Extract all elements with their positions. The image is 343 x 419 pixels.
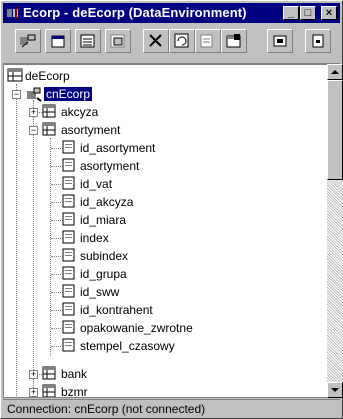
view-code-icon xyxy=(273,35,287,47)
up-arrow-icon xyxy=(331,70,339,74)
scroll-up-button[interactable] xyxy=(327,64,343,80)
properties-icon xyxy=(226,34,241,48)
tree-line xyxy=(51,202,61,204)
add-child-command-icon xyxy=(110,34,125,48)
view-code-button[interactable] xyxy=(267,29,293,53)
refresh-button[interactable] xyxy=(169,29,195,53)
status-text: Connection: cnEcorp (not connected) xyxy=(7,402,206,416)
field-label: id_kontrahent xyxy=(80,303,153,317)
window-title: Ecorp - deEcorp (DataEnvironment) xyxy=(23,5,247,20)
collapse-toggle[interactable]: − xyxy=(12,90,21,99)
field-icon xyxy=(62,230,75,244)
tree-line xyxy=(16,84,18,397)
tree-line xyxy=(51,184,61,186)
field-label: asortyment xyxy=(80,159,140,173)
field-label: id_grupa xyxy=(80,267,127,281)
tree-line xyxy=(51,328,61,330)
table-icon xyxy=(42,366,56,380)
table-label: asortyment xyxy=(61,123,121,137)
tree-line xyxy=(50,138,52,356)
add-connection-button[interactable] xyxy=(15,29,41,53)
toolbar xyxy=(3,23,340,64)
insert-stored-procedures-button[interactable] xyxy=(75,29,101,53)
maximize-button[interactable]: □ xyxy=(300,6,316,20)
close-button[interactable]: × xyxy=(321,6,337,20)
collapse-toggle[interactable]: − xyxy=(29,126,38,135)
tree-line xyxy=(51,256,61,258)
vertical-scrollbar[interactable] xyxy=(327,64,343,398)
tree-line xyxy=(33,100,35,397)
title-bar[interactable]: Ecorp - deEcorp (DataEnvironment) _ □ × xyxy=(3,3,340,23)
down-arrow-icon xyxy=(331,388,339,392)
tree-line xyxy=(51,274,61,276)
field-icon xyxy=(62,212,75,226)
scroll-thumb[interactable] xyxy=(327,80,343,180)
tree-line xyxy=(51,346,61,348)
field-label: opakowanie_zwrotne xyxy=(80,321,193,335)
tree-line xyxy=(51,310,61,312)
field-label: id_akcyza xyxy=(80,195,134,209)
design-button[interactable] xyxy=(195,29,221,53)
field-label: id_vat xyxy=(80,177,113,191)
tree-line xyxy=(51,238,61,240)
field-label: id_asortyment xyxy=(80,141,156,155)
status-bar: Connection: cnEcorp (not connected) xyxy=(3,399,340,418)
table-icon xyxy=(42,122,56,136)
field-icon xyxy=(62,194,75,208)
refresh-icon xyxy=(174,33,189,48)
field-icon xyxy=(62,320,75,334)
add-command-icon xyxy=(51,35,65,48)
connection-icon xyxy=(27,87,42,102)
delete-button[interactable] xyxy=(143,29,169,53)
add-connection-icon xyxy=(20,34,36,48)
field-label: id_miara xyxy=(80,213,127,227)
delete-icon xyxy=(149,34,162,47)
insert-stored-procedures-icon xyxy=(80,34,95,48)
design-icon xyxy=(200,34,213,48)
field-icon xyxy=(62,302,75,316)
field-icon xyxy=(62,338,75,352)
table-icon xyxy=(42,384,56,397)
field-label: stempel_czasowy xyxy=(80,339,175,353)
options-icon xyxy=(312,34,324,48)
tree-root-label: deEcorp xyxy=(25,69,70,83)
field-icon xyxy=(62,248,75,262)
add-child-command-button[interactable] xyxy=(105,29,131,53)
table-label: bzmr xyxy=(61,385,88,398)
field-label: subindex xyxy=(80,249,129,263)
data-environment-window: Ecorp - deEcorp (DataEnvironment) _ □ × xyxy=(0,0,343,419)
table-label: bank xyxy=(61,367,88,381)
connection-label: cnEcorp xyxy=(44,87,93,101)
minimize-button[interactable]: _ xyxy=(283,6,299,20)
expand-toggle[interactable]: + xyxy=(29,108,38,117)
add-command-button[interactable] xyxy=(45,29,71,53)
table-icon xyxy=(42,104,56,118)
tree-view[interactable]: deEcorp − cnEcorp + akcyza − asortyment … xyxy=(3,64,327,398)
tree-line xyxy=(51,220,61,222)
tree-line xyxy=(51,166,61,168)
table-label: akcyza xyxy=(61,105,99,119)
field-icon xyxy=(62,140,75,154)
options-button[interactable] xyxy=(305,29,331,53)
scroll-down-button[interactable] xyxy=(327,382,343,398)
expand-toggle[interactable]: + xyxy=(29,370,38,379)
properties-button[interactable] xyxy=(221,29,247,53)
tree-line xyxy=(51,292,61,294)
data-environment-icon xyxy=(7,68,23,82)
field-label: index xyxy=(80,231,109,245)
field-icon xyxy=(62,284,75,298)
expand-toggle[interactable]: + xyxy=(29,388,38,397)
data-environment-icon xyxy=(7,7,18,19)
tree-line xyxy=(51,148,61,150)
field-icon xyxy=(62,266,75,280)
field-label: id_sww xyxy=(80,285,120,299)
field-icon xyxy=(62,158,75,172)
field-icon xyxy=(62,176,75,190)
